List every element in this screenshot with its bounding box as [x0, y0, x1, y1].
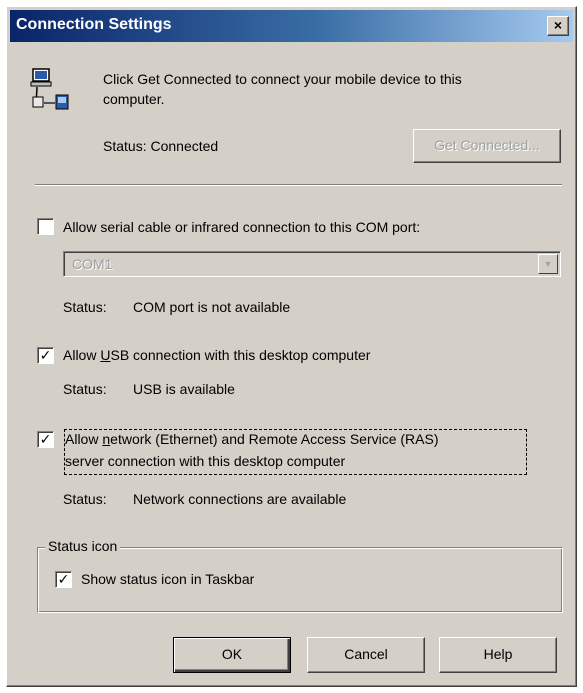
usb-status-label: Status:	[63, 381, 107, 397]
network-label-prefix: Allow	[65, 431, 103, 447]
usb-label: Allow USB connection with this desktop c…	[63, 347, 370, 363]
usb-label-prefix: Allow	[63, 347, 101, 363]
network-checkbox[interactable]: ✓	[37, 431, 54, 448]
close-icon: ×	[553, 17, 563, 33]
status-icon-group-legend: Status icon	[45, 538, 121, 554]
network-label-accesskey: n	[102, 431, 111, 447]
ok-button[interactable]: OK	[173, 637, 291, 673]
separator	[35, 184, 562, 186]
title-bar[interactable]: Connection Settings ×	[10, 10, 573, 42]
connection-settings-dialog: Connection Settings × Click Get Connecte…	[6, 6, 577, 687]
cancel-button[interactable]: Cancel	[307, 637, 425, 673]
com-status-label: Status:	[63, 299, 107, 315]
network-status-label: Status:	[63, 491, 107, 507]
serial-cable-checkbox[interactable]	[37, 218, 54, 235]
network-label-line1: Allow network (Ethernet) and Remote Acce…	[65, 431, 439, 447]
close-button[interactable]: ×	[547, 16, 569, 36]
chevron-down-icon[interactable]: ▼	[538, 254, 558, 274]
computer-device-connection-icon	[29, 67, 73, 111]
connection-status: Status: Connected	[103, 138, 219, 154]
usb-status-value: USB is available	[133, 381, 235, 397]
serial-cable-label: Allow serial cable or infrared connectio…	[63, 219, 421, 235]
checkmark-icon: ✓	[39, 431, 52, 447]
usb-checkbox[interactable]: ✓	[37, 347, 54, 364]
get-connected-button[interactable]: Get Connected...	[413, 129, 561, 163]
com-port-select[interactable]: COM1 ▼	[63, 251, 561, 277]
network-status-value: Network connections are available	[133, 491, 347, 507]
intro-text-line2: computer.	[103, 91, 165, 107]
com-status-value: COM port is not available	[133, 299, 291, 315]
checkmark-icon: ✓	[39, 347, 52, 363]
usb-label-suffix: SB connection with this desktop computer	[110, 347, 371, 363]
usb-label-accesskey: U	[100, 347, 111, 363]
checkmark-icon: ✓	[57, 571, 70, 587]
network-label-line2: server connection with this desktop comp…	[65, 453, 346, 469]
intro-text-line1: Click Get Connected to connect your mobi…	[103, 71, 462, 87]
dialog-title: Connection Settings	[16, 16, 172, 33]
show-status-icon-checkbox[interactable]: ✓	[55, 571, 72, 588]
com-port-value: COM1	[72, 256, 113, 272]
help-button[interactable]: Help	[439, 637, 557, 673]
network-label-suffix: etwork (Ethernet) and Remote Access Serv…	[110, 431, 439, 447]
show-status-icon-label: Show status icon in Taskbar	[81, 571, 255, 587]
